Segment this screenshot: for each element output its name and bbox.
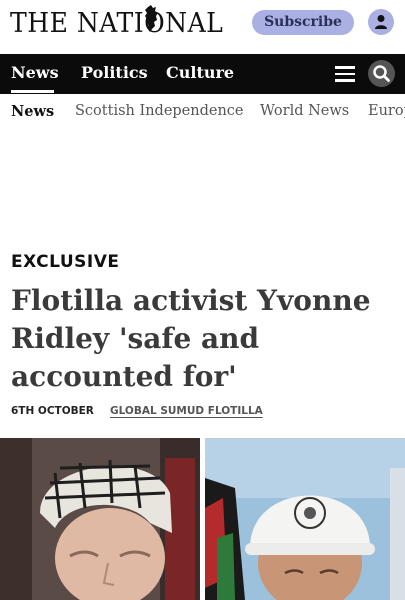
subnav-item-world-news[interactable]: World News bbox=[260, 103, 349, 119]
main-nav: News Politics Culture bbox=[0, 54, 405, 94]
person-icon bbox=[375, 15, 387, 29]
search-icon bbox=[373, 65, 390, 82]
site-logo[interactable]: THE NATIONAL bbox=[10, 8, 223, 39]
scotland-map-icon bbox=[145, 5, 158, 32]
article-photo-left bbox=[0, 438, 200, 600]
search-button[interactable] bbox=[368, 60, 395, 87]
subscribe-button[interactable]: Subscribe bbox=[252, 10, 354, 35]
active-nav-indicator bbox=[11, 90, 54, 93]
article-topic-link[interactable]: GLOBAL SUMUD FLOTILLA bbox=[110, 405, 263, 417]
article-headline: Flotilla activist Yvonne Ridley 'safe an… bbox=[11, 284, 371, 393]
article-date: 6TH OCTOBER bbox=[11, 405, 94, 417]
nav-item-news[interactable]: News bbox=[11, 54, 59, 94]
hamburger-icon[interactable] bbox=[335, 66, 355, 82]
section-subnav: News Scottish Independence World News Eu… bbox=[0, 94, 405, 130]
subnav-item-europe[interactable]: Europe bbox=[368, 103, 405, 119]
subnav-item-news[interactable]: News bbox=[11, 103, 54, 120]
nav-item-culture[interactable]: Culture bbox=[166, 54, 234, 94]
article-kicker: EXCLUSIVE bbox=[11, 252, 120, 272]
nav-item-politics[interactable]: Politics bbox=[81, 54, 148, 94]
subnav-item-scottish-independence[interactable]: Scottish Independence bbox=[75, 103, 244, 119]
article-photo-right bbox=[205, 438, 405, 600]
account-button[interactable] bbox=[368, 9, 394, 35]
masthead: THE NATIONAL Subscribe bbox=[0, 0, 405, 54]
